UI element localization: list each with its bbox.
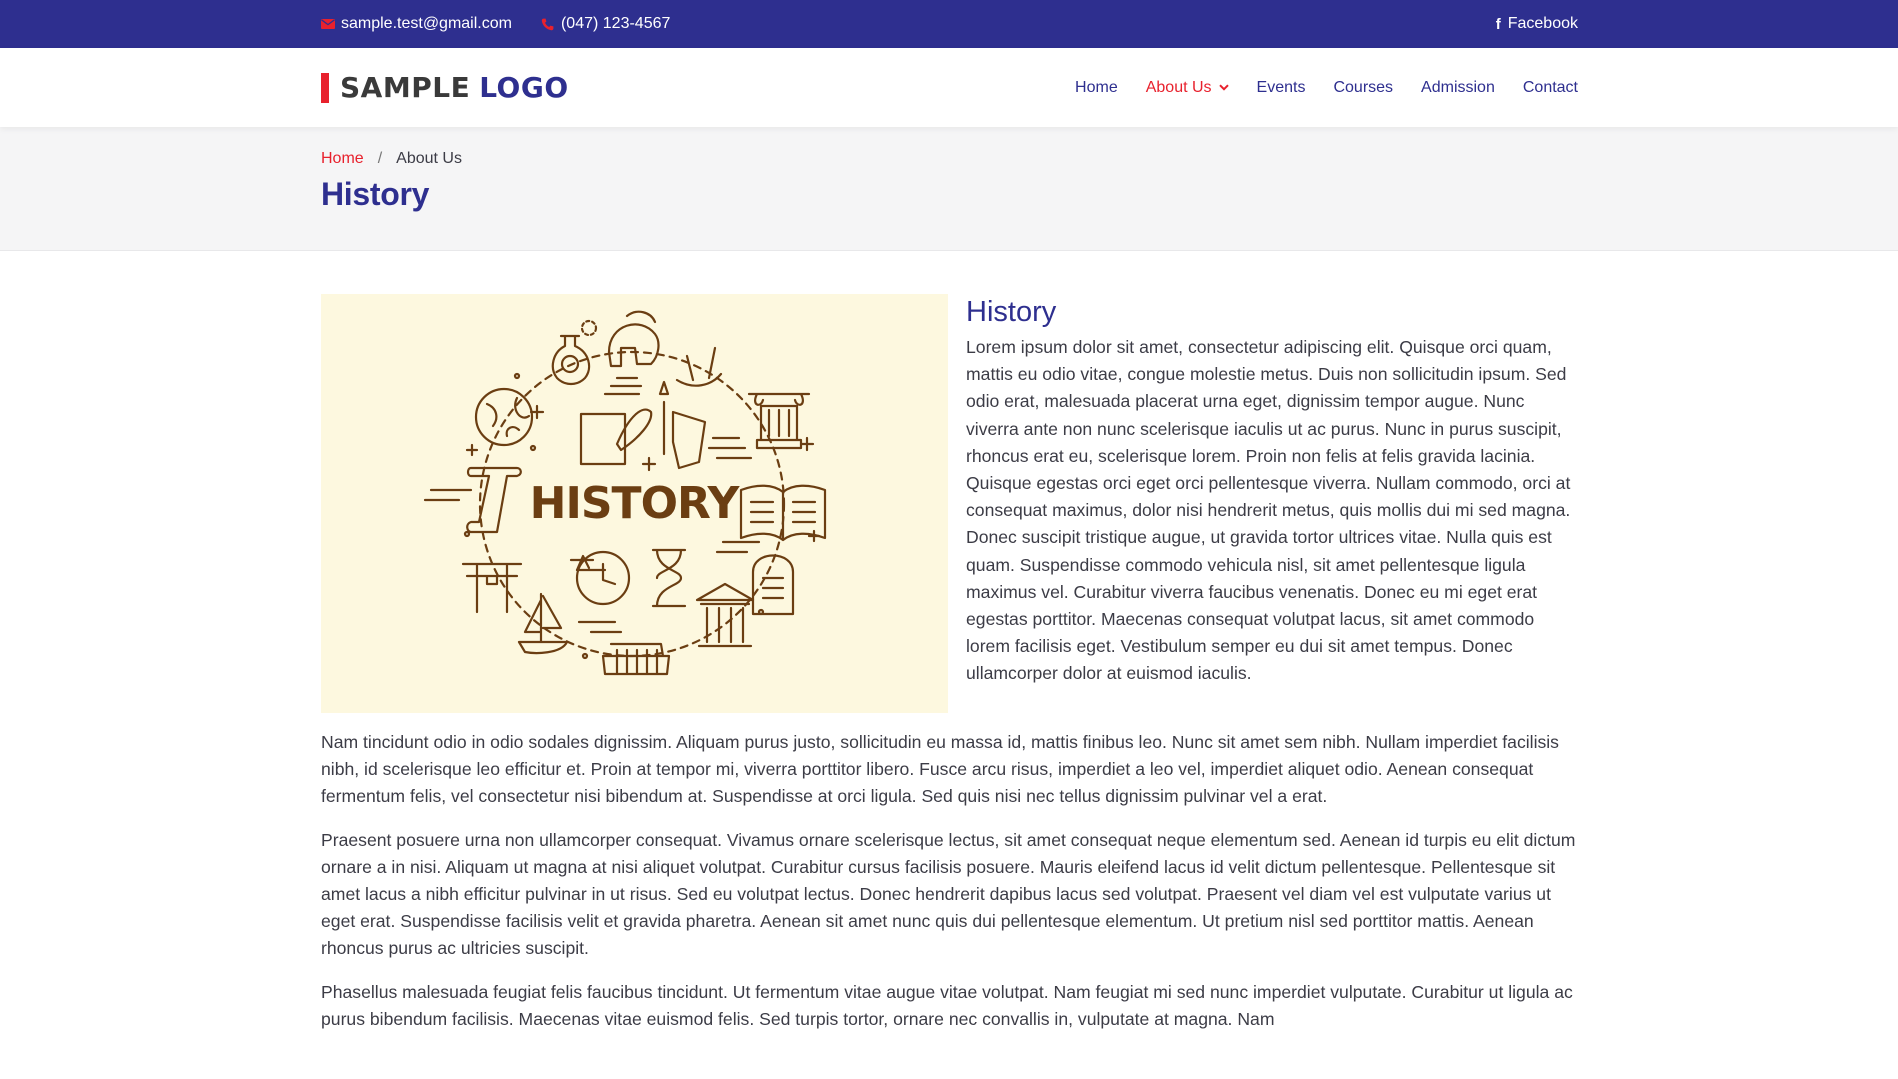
section-title: History bbox=[966, 296, 1057, 328]
intro-text: History Lorem ipsum dolor sit amet, cons… bbox=[966, 294, 1578, 713]
nav-about-us[interactable]: About Us bbox=[1146, 79, 1229, 97]
facebook-icon: f bbox=[1495, 15, 1501, 33]
chevron-down-icon bbox=[1218, 84, 1229, 91]
intro-section: HISTORY History Lorem ipsum dolor sit am… bbox=[321, 294, 1578, 713]
main-content: HISTORY History Lorem ipsum dolor sit am… bbox=[0, 251, 1898, 1033]
email-text: sample.test@gmail.com bbox=[341, 15, 512, 32]
main-header: SAMPLE LOGO Home About Us Events Courses… bbox=[0, 48, 1898, 127]
logo-text-secondary: LOGO bbox=[479, 71, 569, 104]
logo-text-primary: SAMPLE bbox=[340, 71, 471, 104]
nav-home[interactable]: Home bbox=[1075, 79, 1118, 97]
email-link[interactable]: sample.test@gmail.com bbox=[321, 15, 512, 33]
paragraph-2: Nam tincidunt odio in odio sodales digni… bbox=[321, 732, 1559, 807]
facebook-link[interactable]: f Facebook bbox=[1496, 15, 1578, 33]
breadcrumb-home[interactable]: Home bbox=[321, 150, 364, 168]
history-illustration: HISTORY bbox=[321, 294, 948, 713]
nav-courses[interactable]: Courses bbox=[1333, 79, 1393, 97]
nav-events[interactable]: Events bbox=[1257, 79, 1306, 97]
envelope-icon bbox=[321, 17, 335, 31]
breadcrumb-current: About Us bbox=[396, 150, 462, 167]
page-title: History bbox=[321, 176, 430, 212]
facebook-text: Facebook bbox=[1507, 15, 1578, 32]
paragraph-1: Lorem ipsum dolor sit amet, consectetur … bbox=[966, 337, 1571, 684]
top-bar: sample.test@gmail.com (047) 123-4567 f F… bbox=[0, 0, 1898, 48]
phone-icon bbox=[541, 17, 555, 31]
paragraph-3: Praesent posuere urna non ullamcorper co… bbox=[321, 829, 1576, 959]
site-logo[interactable]: SAMPLE LOGO bbox=[321, 71, 569, 104]
illustration-title: HISTORY bbox=[530, 478, 741, 529]
breadcrumb-separator: / bbox=[377, 150, 383, 167]
nav-admission[interactable]: Admission bbox=[1421, 79, 1495, 97]
paragraph-4: Phasellus malesuada feugiat felis faucib… bbox=[321, 981, 1573, 1029]
main-nav: Home About Us Events Courses Admission C… bbox=[1047, 79, 1578, 97]
page-banner: Home / About Us History bbox=[0, 127, 1898, 251]
phone-text: (047) 123-4567 bbox=[560, 15, 671, 32]
breadcrumb: Home / About Us bbox=[321, 150, 1578, 168]
nav-about-us-label: About Us bbox=[1145, 78, 1212, 96]
phone-link[interactable]: (047) 123-4567 bbox=[541, 15, 670, 33]
logo-accent-bar bbox=[321, 72, 329, 103]
nav-contact[interactable]: Contact bbox=[1523, 79, 1578, 97]
